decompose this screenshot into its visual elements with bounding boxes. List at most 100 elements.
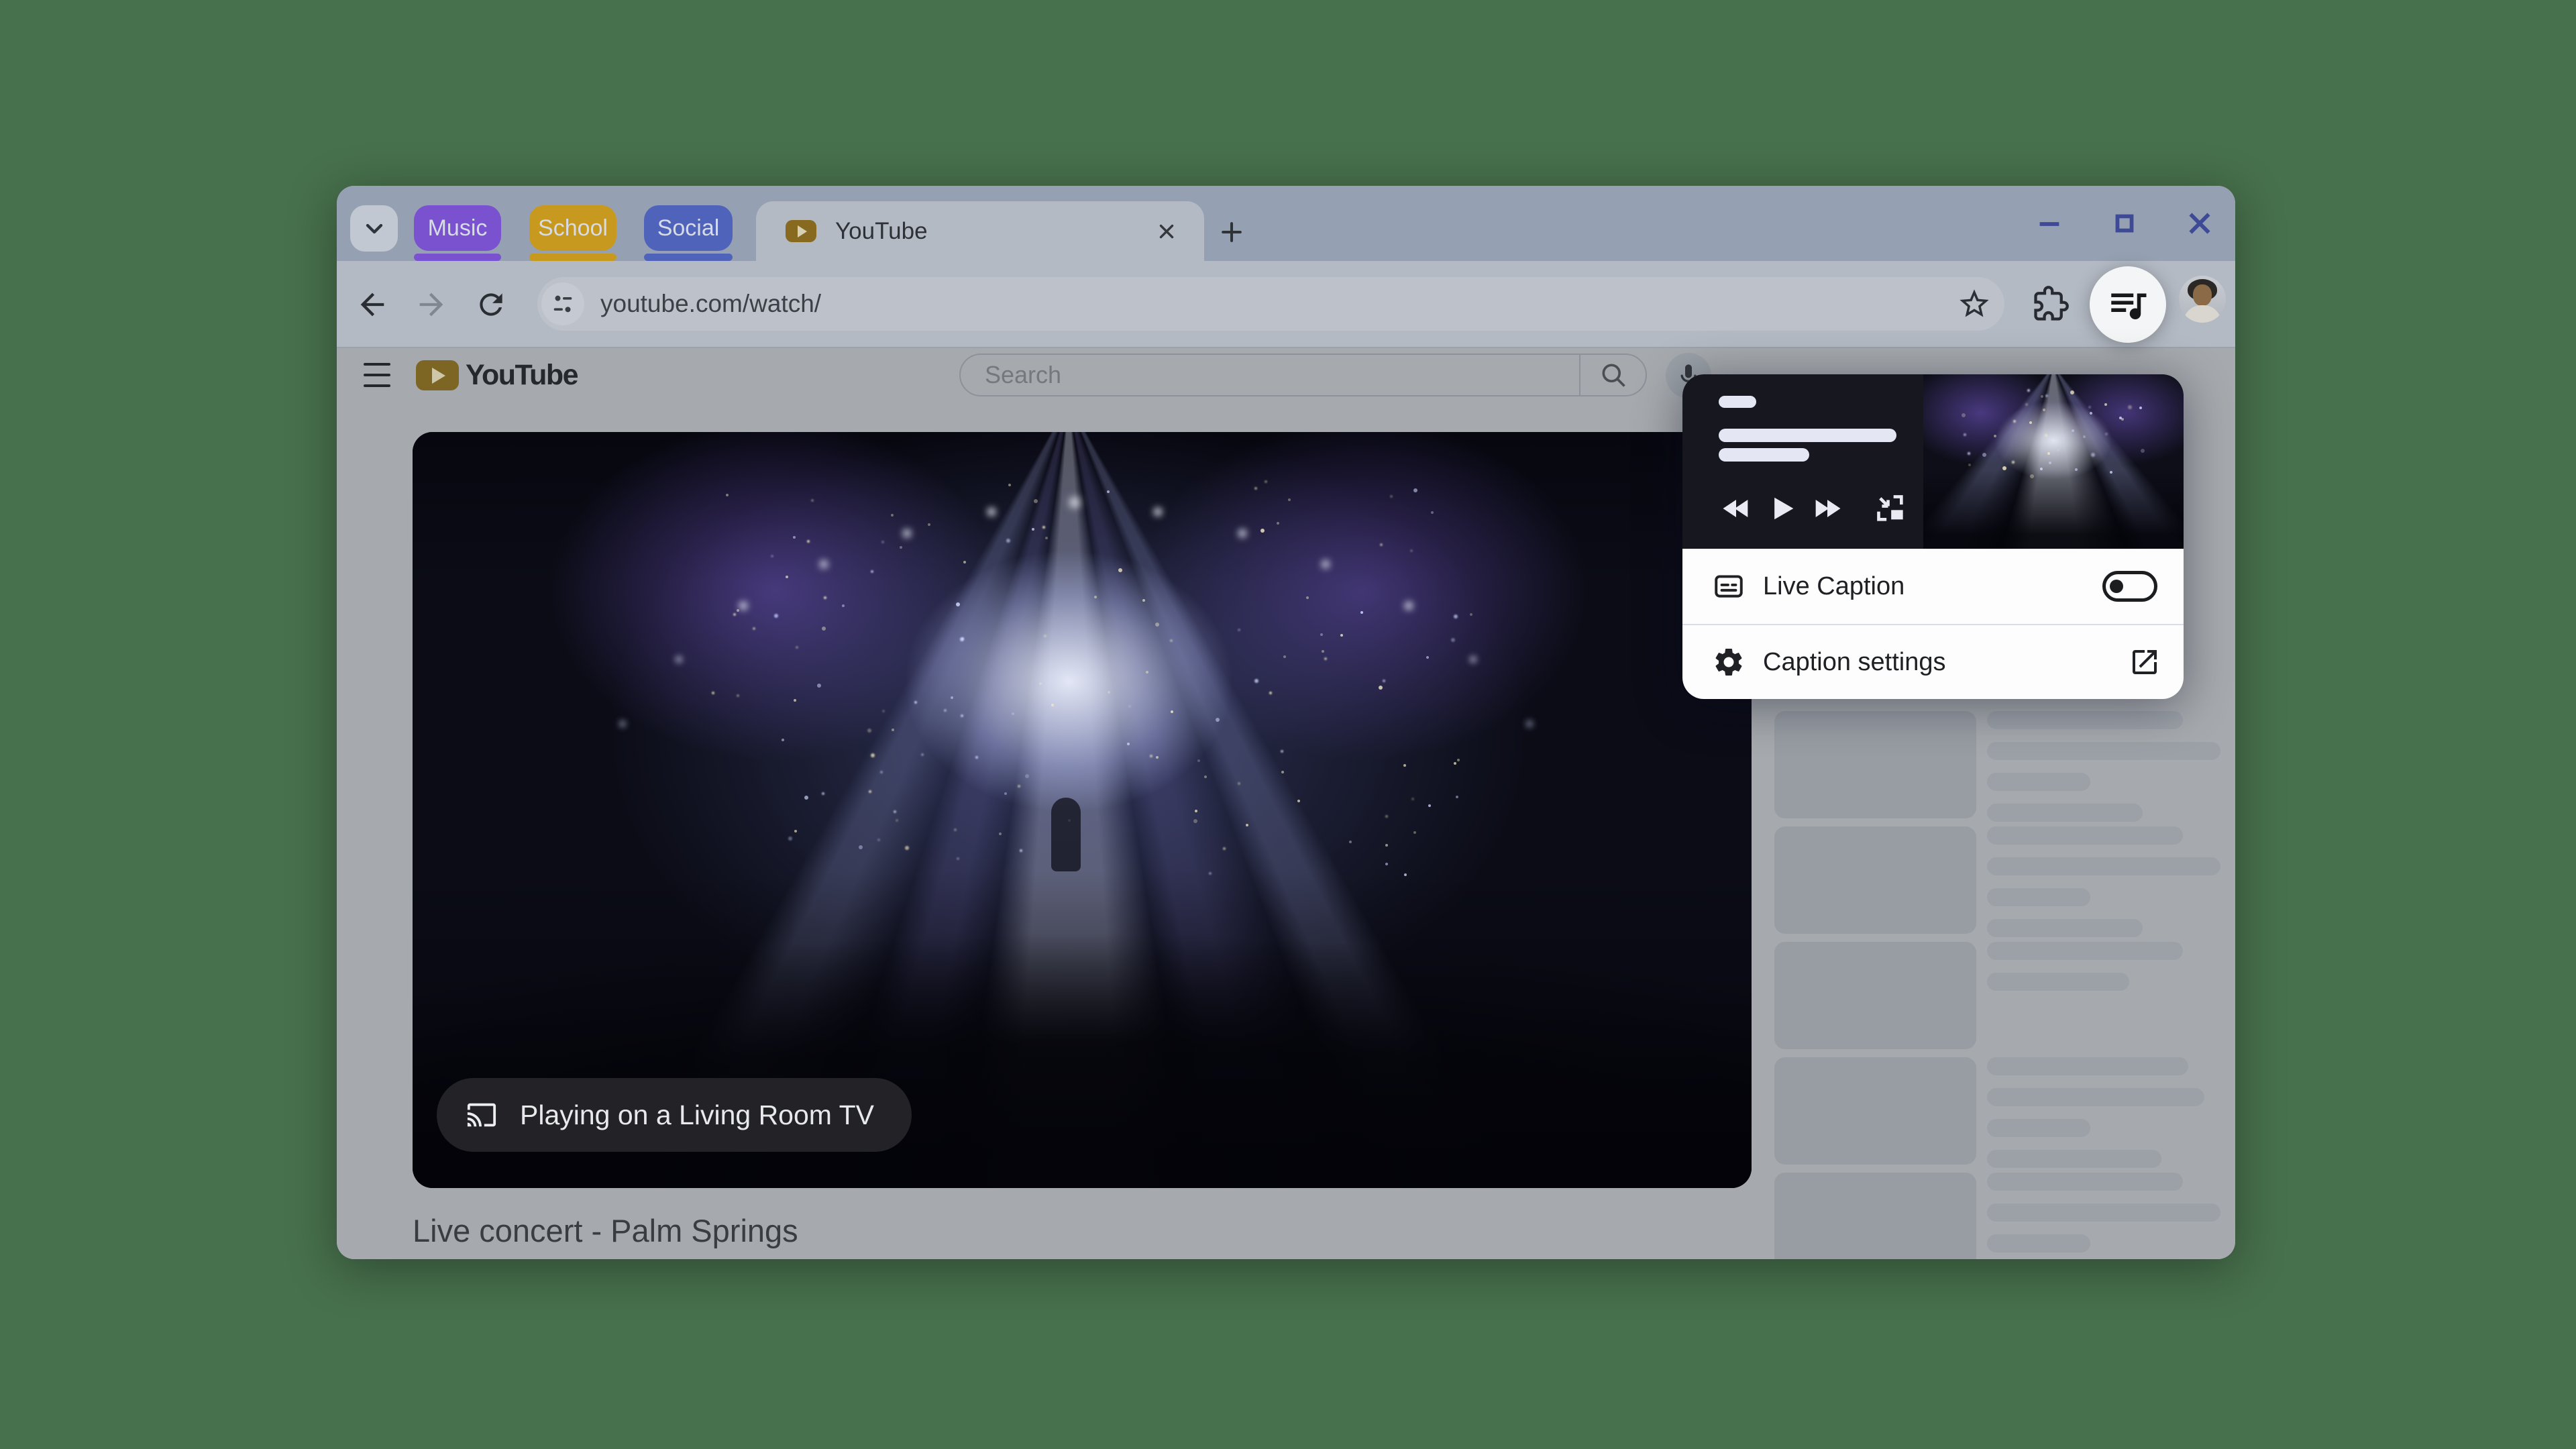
browser-window: Music School Social YouTube [337,186,2235,1259]
video-thumbnail-placeholder[interactable] [1774,942,1976,1049]
maximize-button[interactable] [2109,208,2140,239]
video-text-placeholder [1987,1173,2220,1259]
tab-group-social[interactable]: Social [644,205,733,251]
reload-button[interactable] [473,286,509,323]
suggested-video-item[interactable] [1774,942,2217,1049]
tab-close-button[interactable] [1153,218,1180,245]
media-text-skeleton [1719,396,1756,408]
play-icon [1764,491,1799,526]
skeleton-line [1987,804,2143,822]
live-caption-icon [1712,570,1746,603]
video-thumbnail-placeholder[interactable] [1774,1057,1976,1165]
tab-search-button[interactable] [350,205,398,252]
media-controls-popup: Live Caption Caption settings [1682,374,2184,699]
video-player[interactable]: Playing on a Living Room TV [413,432,1752,1188]
skeleton-line [1987,857,2220,875]
new-tab-button[interactable] [1216,216,1248,248]
skeleton-line [1987,1119,2090,1137]
caption-settings-label: Caption settings [1763,648,1946,677]
skeleton-line [1987,1173,2183,1191]
live-caption-toggle[interactable] [2102,571,2157,602]
skeleton-line [1987,742,2220,760]
live-caption-label: Live Caption [1763,572,1904,601]
previous-track-icon [1719,491,1754,526]
media-text-skeleton [1719,448,1809,462]
video-text-placeholder [1987,711,2220,835]
cast-icon [466,1099,497,1130]
previous-track-button[interactable] [1719,490,1754,527]
skeleton-line [1987,888,2090,906]
menu-hamburger-button[interactable] [364,363,390,387]
playlist-music-icon [2106,282,2150,327]
search-icon [1599,360,1628,390]
suggested-video-item[interactable] [1774,826,2217,934]
avatar-face [2193,284,2212,306]
back-arrow-icon [355,287,390,322]
picture-in-picture-icon [1872,490,1909,527]
maximize-icon [2109,208,2140,239]
tab-title: YouTube [835,218,928,245]
video-thumbnail-placeholder[interactable] [1774,711,1976,818]
tab-group-music[interactable]: Music [414,205,501,251]
media-text-skeleton [1719,429,1896,442]
suggested-video-item[interactable] [1774,1057,2217,1165]
chevron-down-icon [361,215,388,242]
skeleton-line [1987,711,2183,729]
search-input[interactable] [983,354,1579,396]
skeleton-line [1987,1234,2090,1252]
skeleton-line [1987,826,2183,845]
media-artwork [1923,374,2184,549]
url-input[interactable] [599,289,1953,319]
site-settings-button[interactable] [541,282,584,325]
tab-group-underline-school [529,254,616,261]
tab-group-underline-music [414,254,501,261]
tab-group-underline-social [644,254,733,261]
next-track-button[interactable] [1810,490,1845,527]
forward-arrow-icon [414,287,449,322]
youtube-wordmark: YouTube [466,359,578,392]
suggested-video-item[interactable] [1774,1173,2217,1259]
live-caption-row[interactable]: Live Caption [1682,549,2184,624]
suggested-video-item[interactable] [1774,711,2217,818]
cast-status-text: Playing on a Living Room TV [520,1099,874,1131]
artwork-confetti [1923,374,1926,377]
close-icon [2184,208,2215,239]
forward-button[interactable] [413,286,449,323]
bookmark-star-button[interactable] [1953,283,1995,325]
extensions-button[interactable] [2031,284,2071,324]
extensions-puzzle-icon [2033,286,2069,322]
minimize-icon [2034,208,2065,239]
skeleton-line [1987,973,2129,991]
tab-youtube[interactable]: YouTube [756,201,1204,261]
minimize-button[interactable] [2034,208,2065,239]
media-controls-button[interactable] [2090,266,2166,343]
open-in-new-icon[interactable] [2128,645,2161,679]
media-session-card [1682,374,2184,549]
video-thumbnail-placeholder[interactable] [1774,1173,1976,1259]
youtube-logo[interactable]: YouTube [416,359,578,392]
sidebar-skeleton [1774,711,2217,1259]
avatar-shirt [2184,305,2221,323]
youtube-play-icon [416,360,459,390]
star-icon [1957,286,1992,321]
close-window-button[interactable] [2184,208,2215,239]
toggle-knob [2110,580,2123,593]
tab-group-school[interactable]: School [529,205,616,251]
profile-avatar[interactable] [2179,276,2226,323]
tune-icon [549,290,576,317]
skeleton-line [1987,1057,2188,1075]
youtube-favicon-icon [786,220,816,242]
skeleton-line [1987,1150,2161,1168]
skeleton-line [1987,1203,2220,1222]
picture-in-picture-button[interactable] [1872,490,1909,527]
address-bar[interactable] [537,277,2004,331]
video-text-placeholder [1987,942,2183,1004]
search-button[interactable] [1579,355,1646,395]
browser-toolbar [337,261,2235,348]
play-button[interactable] [1764,490,1799,527]
video-text-placeholder [1987,826,2220,950]
video-thumbnail-placeholder[interactable] [1774,826,1976,934]
skeleton-line [1987,942,2183,960]
caption-settings-row[interactable]: Caption settings [1682,624,2184,699]
back-button[interactable] [354,286,390,323]
